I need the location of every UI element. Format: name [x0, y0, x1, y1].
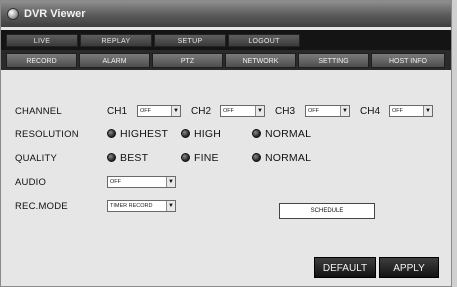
title-bar: DVR Viewer [1, 1, 451, 27]
channel-label: CHANNEL [15, 106, 62, 117]
chevron-down-icon: ▼ [171, 106, 180, 116]
ch2-select[interactable]: OFF ▼ [220, 105, 265, 117]
ch2-value: OFF [223, 108, 234, 114]
resolution-label: RESOLUTION [15, 129, 79, 140]
chevron-down-icon: ▼ [423, 106, 432, 116]
ch2-label: CH2 [191, 106, 212, 117]
ch3-label: CH3 [275, 106, 296, 117]
audio-label: AUDIO [15, 177, 47, 188]
ch1-select[interactable]: OFF ▼ [137, 105, 181, 117]
sub-nav-bar: RECORD ALARM PTZ NETWORK SETTING HOST IN… [1, 50, 451, 70]
tab-network[interactable]: NETWORK [225, 53, 296, 68]
tab-logout[interactable]: LOGOUT [228, 34, 300, 47]
resolution-normal-label: NORMAL [265, 128, 312, 140]
tab-live[interactable]: LIVE [6, 34, 78, 47]
schedule-button[interactable]: SCHEDULE [279, 203, 375, 219]
dvr-viewer-window: DVR Viewer LIVE REPLAY SETUP LOGOUT RECO… [0, 0, 452, 287]
rec-mode-label: REC.MODE [15, 201, 68, 212]
quality-best-label: BEST [120, 152, 149, 164]
tab-ptz[interactable]: PTZ [152, 53, 223, 68]
chevron-down-icon: ▼ [255, 106, 264, 116]
quality-fine-label: FINE [194, 152, 219, 164]
tab-setting[interactable]: SETTING [298, 53, 369, 68]
ch3-value: OFF [308, 108, 319, 114]
tab-record[interactable]: RECORD [6, 53, 77, 68]
main-nav-bar: LIVE REPLAY SETUP LOGOUT [1, 30, 451, 50]
app-icon [7, 8, 19, 20]
default-button[interactable]: DEFAULT [314, 257, 376, 278]
audio-value: OFF [110, 179, 121, 185]
tab-setup[interactable]: SETUP [154, 34, 226, 47]
rec-mode-select[interactable]: TIMER RECORD ▼ [107, 200, 176, 212]
ch1-label: CH1 [107, 106, 128, 117]
tab-replay[interactable]: REPLAY [80, 34, 152, 47]
quality-fine-radio[interactable] [181, 153, 190, 162]
resolution-high-radio[interactable] [181, 129, 190, 138]
resolution-highest-radio[interactable] [107, 129, 116, 138]
ch4-value: OFF [392, 108, 403, 114]
quality-normal-label: NORMAL [265, 152, 312, 164]
tab-host-info[interactable]: HOST INFO [371, 53, 445, 68]
resolution-high-label: HIGH [194, 128, 222, 140]
ch4-select[interactable]: OFF ▼ [389, 105, 433, 117]
tab-alarm[interactable]: ALARM [79, 53, 150, 68]
quality-normal-radio[interactable] [252, 153, 261, 162]
chevron-down-icon: ▼ [340, 106, 349, 116]
ch4-label: CH4 [360, 106, 381, 117]
audio-select[interactable]: OFF ▼ [107, 176, 176, 188]
quality-best-radio[interactable] [107, 153, 116, 162]
window-edge [452, 0, 457, 287]
rec-mode-value: TIMER RECORD [110, 203, 153, 209]
apply-button[interactable]: APPLY [379, 257, 439, 278]
chevron-down-icon: ▼ [166, 177, 175, 187]
ch3-select[interactable]: OFF ▼ [305, 105, 350, 117]
resolution-normal-radio[interactable] [252, 129, 261, 138]
chevron-down-icon: ▼ [166, 201, 175, 211]
window-title: DVR Viewer [24, 8, 86, 20]
quality-label: QUALITY [15, 153, 58, 164]
ch1-value: OFF [140, 108, 151, 114]
resolution-highest-label: HIGHEST [120, 128, 169, 140]
